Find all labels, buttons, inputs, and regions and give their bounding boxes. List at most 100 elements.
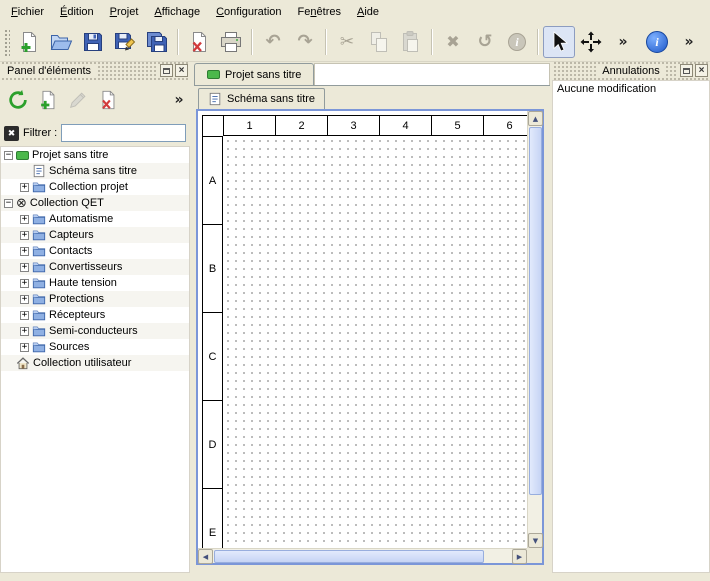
- tree-item-collection-utilisateur[interactable]: Collection utilisateur: [1, 355, 189, 371]
- vertical-scrollbar[interactable]: ▲ ▼: [527, 111, 542, 548]
- selection-mode-button[interactable]: [543, 26, 575, 58]
- tree-item-label: Haute tension: [49, 277, 117, 289]
- panel-extension-button[interactable]: »: [171, 85, 187, 115]
- menu-projet[interactable]: Projet: [102, 2, 147, 22]
- print-icon: [219, 30, 243, 54]
- tab-schema-sans-titre[interactable]: Schéma sans titre: [198, 88, 325, 109]
- new-project-button[interactable]: [13, 26, 45, 58]
- vertical-scroll-thumb[interactable]: [529, 127, 542, 495]
- menu-bar: FichierÉditionProjetAffichageConfigurati…: [0, 0, 710, 23]
- horizontal-scroll-thumb[interactable]: [214, 550, 484, 563]
- tree-item-semi-conducteurs[interactable]: + Semi-conducteurs: [1, 323, 189, 339]
- print-button[interactable]: [215, 26, 247, 58]
- expander-plus[interactable]: +: [20, 327, 29, 336]
- expander-minus[interactable]: −: [4, 151, 13, 160]
- qelectrotech-window: FichierÉditionProjetAffichageConfigurati…: [0, 0, 710, 581]
- paste-button[interactable]: [395, 26, 427, 58]
- toolbar-extension-button[interactable]: »: [607, 26, 639, 58]
- undo-list: Aucune modification: [552, 80, 710, 573]
- open-project-button[interactable]: [45, 26, 77, 58]
- undo-panel-titlebar[interactable]: Annulations ×: [552, 62, 710, 80]
- toolbar-handle[interactable]: [3, 28, 10, 56]
- close-project-button[interactable]: [183, 26, 215, 58]
- reload-collections-button[interactable]: [3, 85, 33, 115]
- expander-plus[interactable]: +: [20, 215, 29, 224]
- menu-fenetres[interactable]: Fenêtres: [290, 2, 349, 22]
- expander-plus[interactable]: +: [20, 263, 29, 272]
- mdi-area: Schéma sans titre 123456 ABCDE ▲ ▼ ◀: [194, 85, 550, 573]
- visualisation-mode-button[interactable]: [575, 26, 607, 58]
- info-button[interactable]: i: [501, 26, 533, 58]
- tree-item-collection-projet[interactable]: + Collection projet: [1, 179, 189, 195]
- column-label: 4: [380, 116, 432, 135]
- tree-item-convertisseurs[interactable]: +Convertisseurs: [1, 259, 189, 275]
- menu-edition[interactable]: Édition: [52, 2, 102, 22]
- tree-item-projet-sans-titre[interactable]: −Projet sans titre: [1, 147, 189, 163]
- folder-icon: [32, 244, 46, 258]
- new-icon: [17, 30, 41, 54]
- expander-plus[interactable]: +: [20, 247, 29, 256]
- horizontal-scrollbar[interactable]: ◀ ▶: [198, 548, 527, 563]
- schema-icon: [32, 164, 46, 178]
- scroll-down-button[interactable]: ▼: [528, 533, 543, 548]
- undo-panel-close-button[interactable]: ×: [695, 64, 708, 77]
- rotate-button[interactable]: ↺: [469, 26, 501, 58]
- expander-plus[interactable]: +: [20, 231, 29, 240]
- expander-plus[interactable]: +: [20, 343, 29, 352]
- redo-button[interactable]: ↷: [289, 26, 321, 58]
- tree-item-collection-qet[interactable]: −⊗Collection QET: [1, 195, 189, 211]
- move-icon: [579, 30, 603, 54]
- save-all-icon: [145, 30, 169, 54]
- menu-configuration[interactable]: Configuration: [208, 2, 289, 22]
- save-button[interactable]: [77, 26, 109, 58]
- scroll-up-button[interactable]: ▲: [528, 111, 543, 126]
- expander-plus[interactable]: +: [20, 183, 29, 192]
- tree-item-schema-sans-titre[interactable]: Schéma sans titre: [1, 163, 189, 179]
- diagram-viewport[interactable]: 123456 ABCDE: [198, 111, 527, 548]
- expander-plus[interactable]: +: [20, 279, 29, 288]
- menu-fichier[interactable]: Fichier: [3, 2, 52, 22]
- save-as-button[interactable]: [109, 26, 141, 58]
- open-icon: [49, 30, 73, 54]
- undo-panel-float-button[interactable]: [680, 64, 693, 77]
- tab-projet-sans-titre[interactable]: Projet sans titre: [194, 63, 314, 85]
- right-toolbar-extension-button[interactable]: »: [673, 26, 705, 58]
- float-icon: [163, 68, 170, 74]
- tree-item-recepteurs[interactable]: +Récepteurs: [1, 307, 189, 323]
- tree-item-contacts[interactable]: +Contacts: [1, 243, 189, 259]
- row-label: E: [203, 489, 222, 548]
- tree-item-automatisme[interactable]: +Automatisme: [1, 211, 189, 227]
- tree-item-haute-tension[interactable]: + Haute tension: [1, 275, 189, 291]
- delete-element-button[interactable]: [93, 85, 123, 115]
- edit-element-button[interactable]: [63, 85, 93, 115]
- tree-item-capteurs[interactable]: +Capteurs: [1, 227, 189, 243]
- menu-affichage[interactable]: Affichage: [146, 2, 208, 22]
- qet-collection-icon: ⊗: [16, 197, 27, 210]
- about-qt-button[interactable]: i: [641, 26, 673, 58]
- copy-button[interactable]: [363, 26, 395, 58]
- tree-item-label: Collection projet: [49, 181, 128, 193]
- undo-button[interactable]: ↶: [257, 26, 289, 58]
- undo-list-item[interactable]: Aucune modification: [553, 81, 709, 97]
- scroll-left-button[interactable]: ◀: [198, 549, 213, 564]
- elements-panel-close-button[interactable]: ×: [175, 64, 188, 77]
- tree-item-label: Semi-conducteurs: [49, 325, 138, 337]
- paste-icon: [399, 30, 423, 54]
- toolbar-separator: [537, 29, 539, 55]
- info-blue-icon: i: [646, 31, 668, 53]
- cut-button[interactable]: ✂: [331, 26, 363, 58]
- delete-button[interactable]: ✖: [437, 26, 469, 58]
- filter-input[interactable]: [61, 124, 186, 142]
- elements-panel-float-button[interactable]: [160, 64, 173, 77]
- tree-item-protections[interactable]: +Protections: [1, 291, 189, 307]
- expander-plus[interactable]: +: [20, 295, 29, 304]
- expander-plus[interactable]: +: [20, 311, 29, 320]
- column-label: 1: [224, 116, 276, 135]
- tree-item-sources[interactable]: +Sources: [1, 339, 189, 355]
- elements-panel-titlebar[interactable]: Panel d'éléments ×: [0, 62, 190, 80]
- menu-aide[interactable]: Aide: [349, 2, 387, 22]
- new-element-button[interactable]: [33, 85, 63, 115]
- scroll-right-button[interactable]: ▶: [512, 549, 527, 564]
- save-all-button[interactable]: [141, 26, 173, 58]
- expander-minus[interactable]: −: [4, 199, 13, 208]
